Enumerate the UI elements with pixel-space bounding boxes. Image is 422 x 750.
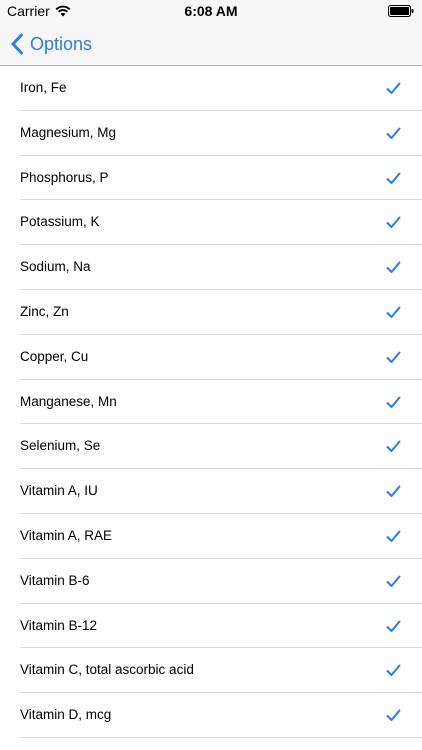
option-label: Sodium, Na — [20, 259, 91, 275]
checkmark-icon — [386, 485, 401, 498]
checkmark-icon — [386, 82, 401, 94]
checkmark-icon — [386, 351, 401, 363]
option-row[interactable]: Zinc, Zn — [0, 290, 422, 335]
options-list: Iron, Fe Magnesium, Mg Phosphorus, P Pot… — [0, 66, 422, 738]
checkmark-icon — [386, 620, 401, 632]
battery-full-icon — [388, 5, 414, 17]
option-row[interactable]: Vitamin A, RAE — [0, 514, 422, 559]
option-row[interactable]: Potassium, K — [0, 200, 422, 245]
option-row[interactable]: Iron, Fe — [0, 66, 422, 111]
checkmark-icon — [386, 216, 401, 229]
option-label: Zinc, Zn — [20, 303, 69, 319]
option-label: Iron, Fe — [20, 80, 67, 95]
screen: Carrier 6:08 AM Options Iron, Fe Magnesi… — [0, 0, 422, 750]
checkmark-icon — [386, 530, 401, 542]
checkmark-icon — [386, 172, 401, 184]
option-row[interactable]: Vitamin A, IU — [0, 469, 422, 514]
chevron-left-icon — [11, 33, 23, 55]
option-label: Selenium, Se — [20, 438, 101, 454]
option-label: Magnesium, Mg — [20, 124, 117, 140]
option-label: Vitamin B-12 — [20, 617, 98, 633]
option-row[interactable]: Copper, Cu — [0, 335, 422, 380]
status-time: 6:08 AM — [184, 3, 238, 19]
option-label: Vitamin D, mcg — [20, 707, 112, 723]
option-row[interactable]: Sodium, Na — [0, 245, 422, 290]
checkmark-icon — [386, 575, 401, 587]
top-bar: Carrier 6:08 AM Options — [0, 0, 422, 66]
option-row[interactable]: Vitamin B-12 — [0, 604, 422, 649]
option-label: Vitamin C, total ascorbic acid — [20, 662, 194, 678]
checkmark-icon — [386, 127, 401, 139]
option-label: Potassium, K — [20, 214, 100, 230]
back-button-label: Options — [30, 33, 93, 54]
option-row[interactable]: Selenium, Se — [0, 424, 422, 469]
checkmark-icon — [386, 664, 401, 677]
option-label: Manganese, Mn — [20, 393, 117, 409]
option-row[interactable]: Vitamin B-6 — [0, 559, 422, 604]
option-row[interactable]: Phosphorus, P — [0, 156, 422, 201]
checkmark-icon — [386, 261, 401, 274]
navigation-bar: Options — [0, 22, 422, 66]
option-label: Phosphorus, P — [20, 169, 109, 185]
option-row[interactable]: Magnesium, Mg — [0, 111, 422, 156]
option-row[interactable]: Vitamin C, total ascorbic acid — [0, 648, 422, 693]
checkmark-icon — [386, 306, 401, 318]
checkmark-icon — [386, 396, 401, 408]
checkmark-icon — [386, 440, 401, 453]
option-row[interactable]: Manganese, Mn — [0, 380, 422, 425]
checkmark-icon — [386, 709, 401, 722]
back-button[interactable]: Options — [10, 22, 92, 66]
option-label: Copper, Cu — [20, 348, 89, 364]
option-label: Vitamin A, IU — [20, 483, 98, 499]
option-label: Vitamin A, RAE — [20, 527, 113, 543]
status-bar: Carrier 6:08 AM — [0, 0, 422, 22]
option-label: Vitamin B-6 — [20, 572, 90, 588]
option-row[interactable]: Vitamin D, mcg — [0, 693, 422, 738]
